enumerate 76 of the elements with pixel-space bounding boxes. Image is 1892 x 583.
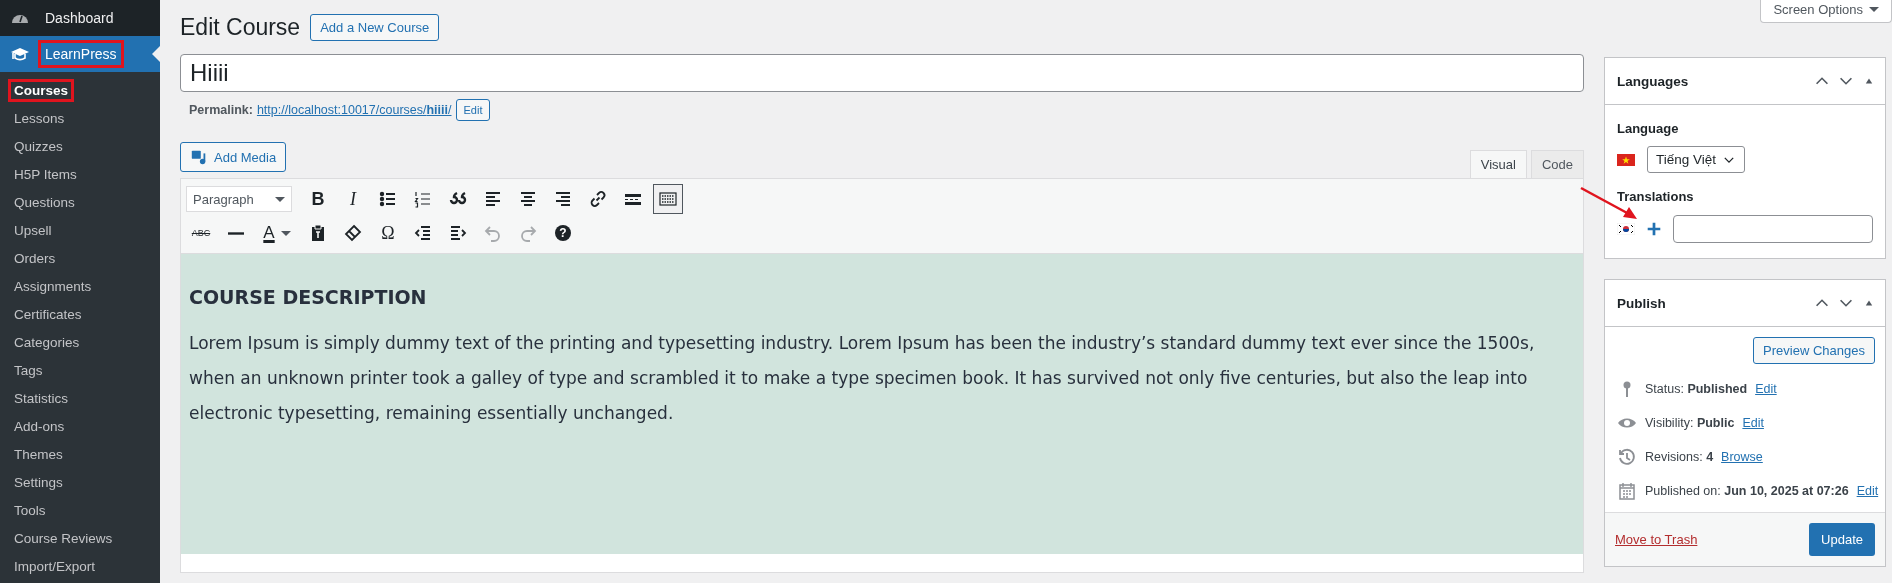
submenu-item[interactable]: Tags <box>8 358 49 382</box>
submenu-item[interactable]: Themes <box>8 442 69 466</box>
publish-info: Published on: Jun 10, 2025 at 07:26 <box>1645 484 1849 498</box>
toolbar-toggle-icon <box>658 189 678 209</box>
outdent-icon <box>413 223 433 243</box>
panel-title: Publish <box>1617 295 1666 311</box>
submenu-item[interactable]: Categories <box>8 330 86 354</box>
translation-field[interactable] <box>1673 215 1873 243</box>
edit-link[interactable]: Browse <box>1721 450 1763 464</box>
redo-icon <box>518 223 538 243</box>
submenu-item[interactable]: Statistics <box>8 386 74 410</box>
menu-item[interactable]: Dashboard <box>0 0 160 36</box>
strikethrough-button[interactable]: ABC <box>186 218 216 248</box>
edit-link[interactable]: Edit <box>1742 416 1764 430</box>
flag-icon <box>1617 153 1635 166</box>
publish-info: Revisions: 4 <box>1645 450 1714 464</box>
language-label: Language <box>1617 121 1680 136</box>
submenu-item[interactable]: Lessons <box>8 106 71 130</box>
undo-icon <box>483 223 503 243</box>
submenu-item[interactable]: H5P Items <box>8 162 83 186</box>
toggle-button[interactable] <box>653 184 683 214</box>
page-title: Edit Course <box>180 13 301 41</box>
add-media-button[interactable]: Add Media <box>180 142 287 172</box>
flag-icon <box>1617 223 1635 235</box>
link-icon <box>588 189 608 209</box>
preview-changes-button[interactable]: Preview Changes <box>1753 337 1875 364</box>
calendar-icon <box>1617 481 1637 501</box>
permalink-label: Permalink: <box>189 103 253 117</box>
format-dropdown[interactable]: Paragraph <box>186 186 292 212</box>
submenu-item[interactable]: Assignments <box>8 274 98 298</box>
eraser-icon <box>343 223 363 243</box>
italic-button[interactable]: I <box>338 184 368 214</box>
add-new-button[interactable]: Add a New Course <box>310 13 440 41</box>
submenu-item[interactable]: Quizzes <box>8 134 69 158</box>
editor-tab[interactable]: Visual <box>1469 150 1527 178</box>
language-dropdown[interactable]: Tiếng Việt <box>1647 146 1746 173</box>
translations-label: Translations <box>1617 189 1695 204</box>
panel-title: Languages <box>1617 73 1689 89</box>
submenu-item[interactable]: Add-ons <box>8 414 71 438</box>
special-character-button[interactable]: Ω <box>373 218 403 248</box>
plus-icon <box>1645 220 1663 238</box>
permalink-link[interactable]: http://localhost:10017/courses/hiiii/ <box>256 103 452 117</box>
align-left-icon <box>483 189 503 209</box>
publish-info: Status: Published <box>1645 382 1748 396</box>
editor-tab[interactable]: Code <box>1530 150 1584 178</box>
update-button[interactable]: Update <box>1809 523 1875 556</box>
indent-icon <box>448 223 468 243</box>
bold-button[interactable]: B <box>303 184 333 214</box>
submenu-item[interactable]: Import/Export <box>8 554 102 578</box>
screen-options-button[interactable]: Screen Options <box>1760 0 1892 23</box>
edit-link[interactable]: Edit <box>1755 382 1777 396</box>
bulleted-list-icon <box>378 189 398 209</box>
publish-info: Visibility: Public <box>1645 416 1735 430</box>
media-icon <box>190 148 208 166</box>
align-center-icon <box>518 189 538 209</box>
align-right-icon <box>553 189 573 209</box>
edit-slug-button[interactable]: Edit <box>455 99 491 121</box>
history-icon <box>1617 447 1637 467</box>
numbered-list-icon <box>413 189 433 209</box>
edit-link[interactable]: Edit <box>1856 484 1879 498</box>
content-heading: COURSE DESCRIPTION <box>189 286 428 308</box>
title-field[interactable]: Hiiii <box>180 54 1584 92</box>
content-paragraph: Lorem Ipsum is simply dummy text of the printing and typesetting industry. Lorem Ipsum has been the industry’s standard dummy text ever since the 1500s, when an unknown printer took a galley of type and scrambled it to make a type specimen book. It has survived not only five centuries, but also the leap into electronic typesetting, remaining essentially unchanged. <box>189 332 1536 425</box>
submenu-item[interactable]: Upsell <box>8 218 58 242</box>
submenu-item[interactable]: Tools <box>8 498 52 522</box>
trash-link[interactable]: Move to Trash <box>1615 532 1698 547</box>
menu-item[interactable]: LearnPress <box>0 36 160 72</box>
submenu-item[interactable]: Course Reviews <box>8 526 119 550</box>
help-button[interactable]: ? <box>548 218 578 248</box>
submenu-item[interactable]: Certificates <box>8 302 88 326</box>
submenu-item[interactable]: Questions <box>8 190 81 214</box>
submenu-item[interactable]: Settings <box>8 470 69 494</box>
submenu-item[interactable]: Orders <box>8 246 62 270</box>
horizontal-line-icon <box>228 231 244 235</box>
submenu-item[interactable]: Courses <box>8 78 75 102</box>
text-color-button[interactable]: A <box>256 218 298 248</box>
